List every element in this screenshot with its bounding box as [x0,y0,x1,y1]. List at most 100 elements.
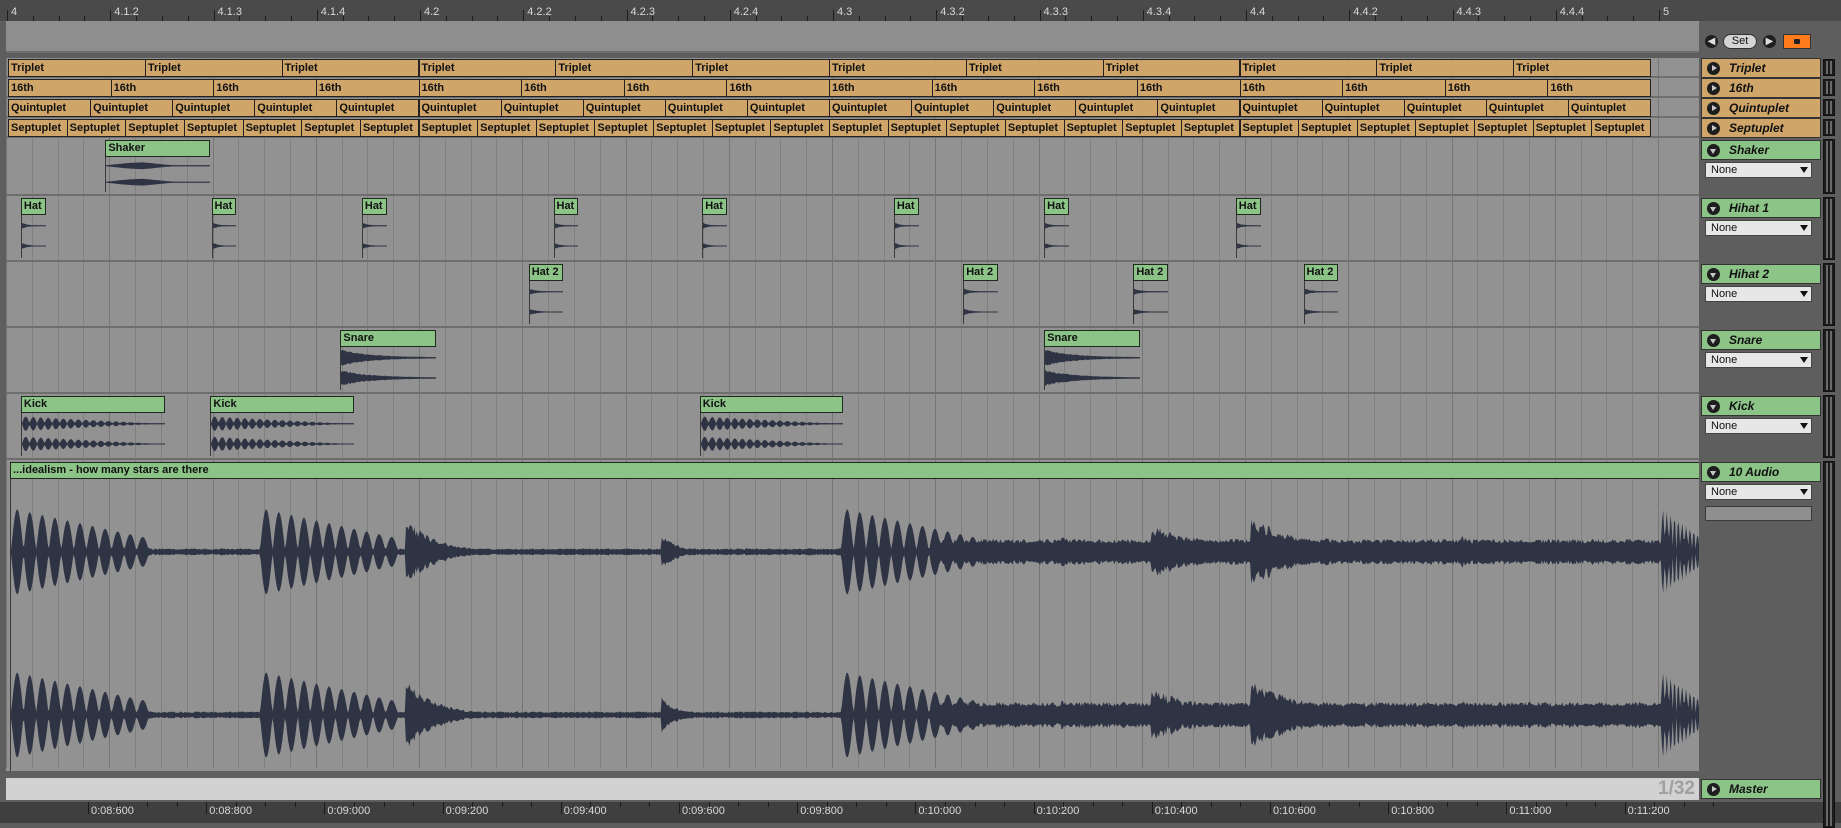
next-locator-button[interactable]: ▶ [1763,35,1776,48]
track-lane-quintuplet[interactable]: Quintuplet Quintuplet Quintuplet Quintuplet… [6,98,1699,118]
clip[interactable]: 16th [521,79,625,97]
clip-header[interactable]: Kick [20,396,165,413]
unfold-icon[interactable] [1707,122,1720,135]
track-header-audio10[interactable]: 10 Audio [1701,462,1821,482]
input-routing-select[interactable]: None [1705,286,1812,302]
prev-locator-button[interactable]: ◀ [1705,35,1718,48]
track-lane-septuplet[interactable]: Septuplet Septuplet Septuplet Septuplet Sept… [6,118,1699,138]
clip[interactable]: Septuplet [1591,119,1651,137]
clip[interactable]: Septuplet [477,119,537,137]
clip[interactable]: Quintuplet [582,99,666,117]
clip[interactable]: Quintuplet [1567,99,1651,117]
clip[interactable]: Quintuplet [90,99,174,117]
clip[interactable]: 16th [315,79,420,97]
clip[interactable]: Triplet [1239,59,1378,77]
clip[interactable]: 16th [8,79,112,97]
clip[interactable]: Septuplet [359,119,420,137]
clip[interactable]: Quintuplet [911,99,995,117]
track-lane-snare[interactable]: Snare Snare [6,328,1699,394]
clip[interactable]: Triplet [1513,59,1651,77]
track-lane-kick[interactable]: Kick Kick Kick [6,394,1699,460]
clip[interactable]: Septuplet [242,119,303,137]
clip[interactable]: Triplet [965,59,1104,77]
lock-envelopes-button[interactable] [1783,34,1811,49]
clip[interactable]: Septuplet [301,119,361,137]
clip[interactable]: Kick [210,396,355,456]
clip[interactable]: Hat 1 [553,198,579,258]
fold-icon[interactable] [1707,268,1720,281]
track-lane-hihat1[interactable]: Hat 1 Hat 1 Hat 1 Hat 1 Hat 1 Hat 1 Hat 1 Hat 1 [6,196,1699,262]
clip[interactable]: Quintuplet [1239,99,1323,117]
clip[interactable]: Septuplet [1356,119,1417,137]
clip[interactable]: 16th [1444,79,1549,97]
clip[interactable]: Septuplet [66,119,127,137]
clip[interactable]: Septuplet [1004,119,1065,137]
fold-icon[interactable] [1707,144,1720,157]
track-header-septuplet[interactable]: Septuplet [1701,118,1821,138]
clip-header[interactable]: Kick [210,396,355,413]
clip[interactable]: 16th [1239,79,1344,97]
clip[interactable]: Quintuplet [829,99,913,117]
clip[interactable]: Hat 1 [20,198,46,258]
clip[interactable]: Quintuplet [664,99,748,117]
input-routing-select[interactable]: None [1705,418,1812,434]
clip[interactable]: Quintuplet [172,99,256,117]
clip[interactable]: Septuplet [1122,119,1182,137]
track-lane-hihat2[interactable]: Hat 2 Hat 2 Hat 2 Hat 2 [6,262,1699,328]
input-routing-select[interactable]: None [1705,484,1812,500]
clip[interactable]: 16th [623,79,728,97]
set-locator-button[interactable]: Set [1723,34,1757,49]
clip[interactable]: Septuplet [887,119,948,137]
track-header-hihat2[interactable]: Hihat 2 [1701,264,1821,284]
fold-icon[interactable] [1707,400,1720,413]
clip-header[interactable]: Hat 2 [1133,264,1169,281]
clip[interactable]: Septuplet [183,119,244,137]
track-header-hihat1[interactable]: Hihat 1 [1701,198,1821,218]
clip-header[interactable]: Hat 1 [361,198,387,215]
clip[interactable]: Triplet [555,59,694,77]
clip[interactable]: Quintuplet [254,99,338,117]
clip[interactable]: Snare [1044,330,1140,390]
clip[interactable]: Hat 1 [1235,198,1261,258]
clip[interactable]: Hat 2 [1133,264,1169,324]
clip-header[interactable]: Shaker [105,140,211,157]
clip[interactable]: Hat 2 [1303,264,1339,324]
clip[interactable]: Septuplet [653,119,713,137]
clip-header[interactable]: Hat 2 [963,264,998,281]
clip[interactable]: Quintuplet [1485,99,1569,117]
clip[interactable]: Quintuplet [1321,99,1405,117]
clip[interactable]: Quintuplet [8,99,92,117]
clip[interactable]: Quintuplet [336,99,420,117]
clip[interactable]: Septuplet [829,119,889,137]
clip[interactable]: 16th [1547,79,1651,97]
clip-header[interactable]: Hat 2 [528,264,564,281]
clip-header[interactable]: Hat 1 [702,198,727,215]
clip[interactable]: Septuplet [1063,119,1124,137]
clip[interactable]: Triplet [144,59,283,77]
clip[interactable]: Septuplet [535,119,596,137]
clip[interactable]: Septuplet [1239,119,1300,137]
clip[interactable]: 16th [931,79,1036,97]
input-routing-select[interactable]: None [1705,162,1812,178]
clip[interactable]: Septuplet [1474,119,1534,137]
fold-icon[interactable] [1707,466,1720,479]
clip[interactable]: 16th [1136,79,1241,97]
clip[interactable]: Septuplet [125,119,185,137]
clip[interactable]: Quintuplet [993,99,1077,117]
track-header-master[interactable]: Master [1701,779,1821,799]
clip-header[interactable]: Hat 1 [20,198,46,215]
clip[interactable]: Triplet [1102,59,1241,77]
clip[interactable]: Triplet [281,59,420,77]
clip[interactable]: Kick [20,396,165,456]
fold-icon[interactable] [1707,334,1720,347]
clip[interactable]: Quintuplet [1075,99,1159,117]
clip-header[interactable]: Snare [340,330,437,347]
clip[interactable]: Septuplet [711,119,772,137]
input-routing-select[interactable]: None [1705,352,1812,368]
track-header-shaker[interactable]: Shaker [1701,140,1821,160]
clip[interactable]: Septuplet [770,119,830,137]
fold-icon[interactable] [1707,202,1720,215]
clip[interactable]: Hat 1 [702,198,727,258]
clip[interactable]: Septuplet [418,119,479,137]
track-header-sixteenth[interactable]: 16th [1701,78,1821,98]
